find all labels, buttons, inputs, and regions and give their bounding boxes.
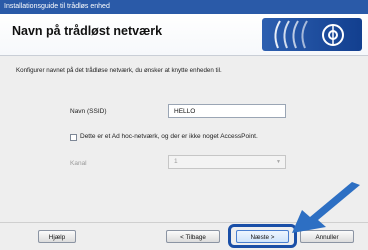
installation-wizard-window: Installationsguide til trådløs enhed Nav… [0,0,368,250]
arrow-pointer-icon [292,182,360,233]
